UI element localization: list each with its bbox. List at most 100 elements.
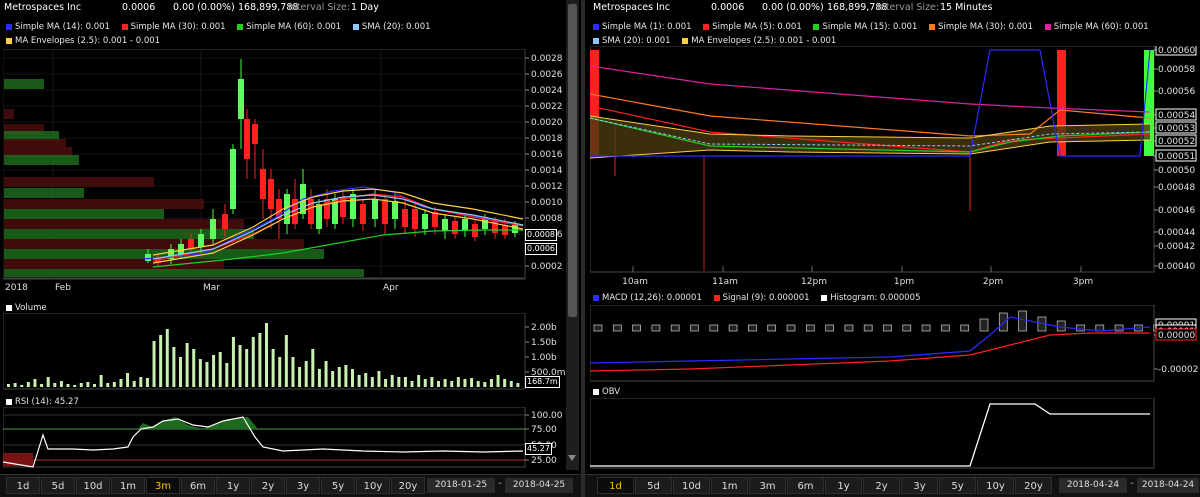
range-button-3y[interactable]: 3y [901, 477, 938, 494]
range-button-3y[interactable]: 3y [286, 477, 320, 494]
rsi-chart[interactable]: 100.0075.0050.0025.00 [3, 407, 565, 469]
volume-bar [251, 337, 255, 387]
price-tag-current: 0.0006 [525, 243, 557, 255]
price-axis-label: 0.0014 [531, 166, 563, 176]
volume-profile-bar [4, 219, 244, 229]
range-button-1m[interactable]: 1m [111, 477, 145, 494]
range-button-1d[interactable]: 1d [6, 477, 40, 494]
volume-chart[interactable]: 2.00b1.50b1.00b500.0m [3, 313, 565, 391]
interval-value: 15 Minutes [940, 2, 993, 13]
swatch-icon [352, 23, 359, 30]
range-button-10y[interactable]: 10y [356, 477, 390, 494]
range-button-3m[interactable]: 3m [146, 477, 180, 494]
volume-bar [397, 377, 401, 387]
swatch-icon [6, 304, 12, 311]
legend-sma60: Simple MA (60): 0.001 [237, 22, 341, 32]
range-button-5d[interactable]: 5d [41, 477, 75, 494]
scroll-thumb[interactable] [568, 4, 577, 317]
range-button-1y[interactable]: 1y [825, 477, 862, 494]
volume-profile-bar [4, 155, 79, 165]
candle-body [260, 169, 266, 199]
histogram-bar [651, 324, 661, 332]
start-date-field[interactable]: 2018-01-25 [427, 478, 495, 493]
price-axis-label: 0.0002 [531, 262, 563, 272]
legend-histogram: Histogram: 0.000005 [821, 293, 920, 303]
histogram-bar [690, 324, 699, 332]
volume-bar [304, 361, 308, 387]
volume-profile-bar [4, 177, 154, 187]
swatch-icon [237, 23, 244, 30]
volume-bar [410, 381, 414, 387]
range-button-5y[interactable]: 5y [321, 477, 355, 494]
end-date-field[interactable]: 2018-04-25 [505, 478, 573, 493]
rsi-axis-label: 75.00 [531, 425, 557, 435]
volume-profile-bar [4, 79, 44, 89]
candle-body [372, 199, 378, 219]
left-scrollbar[interactable] [566, 0, 579, 470]
right-legend-row1: Simple MA (1): 0.001 Simple MA (5): 0.00… [593, 22, 1158, 32]
interval-label: Interval Size: [288, 2, 351, 13]
volume-bar [40, 384, 44, 387]
volume-bar [331, 371, 335, 387]
range-button-1m[interactable]: 1m [711, 477, 748, 494]
swatch-icon [682, 37, 689, 44]
candle-body [268, 179, 274, 209]
range-button-6m[interactable]: 6m [181, 477, 215, 494]
candle-body [462, 219, 468, 231]
volume-bar [483, 382, 487, 387]
volume-bar [179, 357, 182, 387]
scroll-down-icon[interactable] [568, 455, 576, 461]
candle-body [382, 199, 388, 224]
intraday-price-chart[interactable]: 0.00060 0.00058 0.00056 0.00054 0.00053 0.000… [590, 46, 1200, 288]
end-date-field[interactable]: 2018-04-24 [1137, 478, 1199, 493]
swatch-icon [6, 398, 12, 405]
candle-body [402, 209, 408, 227]
last-price: 0.0006 [711, 2, 745, 13]
price-axis-label: 0.00050 [1158, 166, 1195, 176]
x-axis-label: 11am [712, 277, 738, 287]
legend-sma20: SMA (20): 0.001 [352, 22, 431, 32]
histogram-bar [1018, 310, 1027, 332]
x-axis-label: 2018 [5, 283, 28, 292]
range-button-2y[interactable]: 2y [251, 477, 285, 494]
range-button-5y[interactable]: 5y [939, 477, 976, 494]
histogram-bar [670, 324, 680, 332]
range-button-10d[interactable]: 10d [76, 477, 110, 494]
volume-bar [7, 384, 10, 387]
daily-price-chart[interactable]: 0.0028 0.0026 0.0024 0.0022 0.0020 0.0018 0.00… [3, 49, 565, 292]
right-legend-row2: SMA (20): 0.001 MA Envelopes (2.5): 0.00… [593, 36, 845, 46]
rsi-current-tag: 45.27 [525, 443, 552, 455]
legend-sma20: SMA (20): 0.001 [593, 36, 671, 46]
price-axis-label: 0.00040 [1158, 262, 1195, 272]
range-button-10d[interactable]: 10d [673, 477, 710, 494]
range-button-3m[interactable]: 3m [749, 477, 786, 494]
macd-chart[interactable]: 0.000010.000010.00000-0.00002 [590, 305, 1200, 383]
range-button-1d[interactable]: 1d [597, 477, 634, 494]
obv-chart[interactable] [590, 398, 1200, 470]
start-date-field[interactable]: 2018-04-24 [1059, 478, 1127, 493]
range-button-20y[interactable]: 20y [1015, 477, 1052, 494]
volume-bar [145, 378, 149, 387]
left-range-bar: 1d 5d 10d 1m 3m 6m 1y 2y 3y 5y 10y 20y 2018-01-25 -… [0, 474, 581, 497]
candle-body [316, 204, 322, 229]
price-axis-label: 0.0024 [531, 86, 563, 96]
range-button-20y[interactable]: 20y [391, 477, 425, 494]
range-button-10y[interactable]: 10y [977, 477, 1014, 494]
range-button-1y[interactable]: 1y [216, 477, 250, 494]
histogram-bar [941, 324, 950, 332]
volume-bar [152, 341, 156, 387]
volume-profile-bar [4, 229, 254, 239]
range-button-6m[interactable]: 6m [787, 477, 824, 494]
volume-bar [364, 373, 368, 387]
price-axis-label: 0.0010 [531, 198, 563, 208]
range-button-5d[interactable]: 5d [635, 477, 672, 494]
swatch-icon [929, 23, 936, 30]
volume-bar [317, 369, 321, 387]
volume-axis-label: 1.50b [531, 338, 557, 348]
range-button-2y[interactable]: 2y [863, 477, 900, 494]
price-axis-label: 0.00046 [1158, 206, 1195, 216]
price-axis-label: 0.0022 [531, 102, 563, 112]
price-axis-label: 0.0028 [531, 54, 563, 64]
left-legend-row2: MA Envelopes (2.5): 0.001 - 0.001 [6, 36, 160, 46]
price-axis-label: 0.00042 [1158, 242, 1195, 252]
